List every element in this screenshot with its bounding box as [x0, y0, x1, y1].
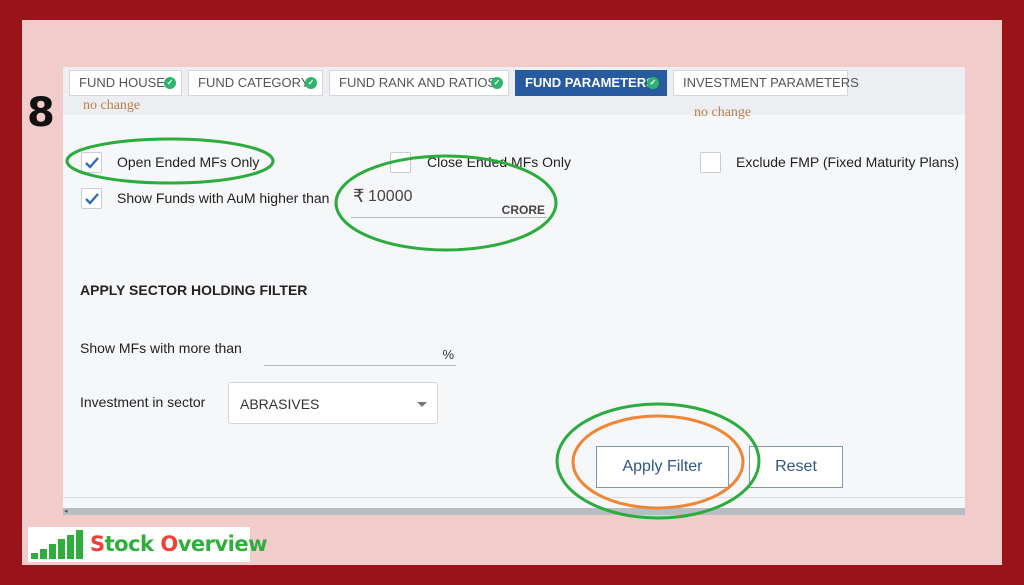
brand-name: Stock Overview: [90, 532, 268, 556]
stock-overview-logo: Stock Overview: [28, 527, 268, 562]
scroll-left-icon: ◂: [64, 508, 68, 515]
tab-fund-house[interactable]: FUND HOUSE ✓: [69, 70, 182, 96]
close-ended-checkbox[interactable]: [390, 152, 411, 173]
checkmark-icon: [85, 157, 99, 169]
investment-parameters-note: no change: [694, 105, 752, 120]
aum-amount-input[interactable]: ₹ 10000 CRORE: [351, 184, 547, 218]
open-ended-checkbox[interactable]: [81, 152, 102, 173]
close-ended-label: Close Ended MFs Only: [427, 154, 571, 170]
investment-in-sector-label: Investment in sector: [80, 394, 206, 410]
open-ended-label: Open Ended MFs Only: [117, 154, 260, 170]
aum-checkbox[interactable]: [81, 188, 102, 209]
reset-button[interactable]: Reset: [749, 446, 843, 488]
chevron-down-icon: [417, 402, 427, 407]
percent-sign: %: [442, 347, 454, 362]
more-than-label: Show MFs with more than: [80, 340, 242, 356]
exclude-fmp-checkbox[interactable]: [700, 152, 721, 173]
rupee-icon: ₹: [353, 186, 365, 206]
check-circle-icon: ✓: [491, 77, 503, 89]
sector-select-value: ABRASIVES: [240, 396, 320, 412]
check-circle-icon: ✓: [647, 77, 659, 89]
aum-value: 10000: [368, 188, 413, 205]
filter-panel: FUND HOUSE ✓ FUND CATEGORY ✓ FUND RANK A…: [63, 67, 965, 515]
percent-input[interactable]: %: [264, 342, 456, 366]
aum-unit: CRORE: [501, 203, 545, 217]
step-number: 8: [27, 90, 55, 136]
check-circle-icon: ✓: [305, 77, 317, 89]
horizontal-scrollbar[interactable]: ◂: [63, 508, 965, 515]
exclude-fmp-label: Exclude FMP (Fixed Maturity Plans): [736, 154, 960, 170]
aum-label: Show Funds with AuM higher than: [117, 190, 330, 206]
tab-investment-parameters[interactable]: INVESTMENT PARAMETERS: [673, 70, 859, 96]
fund-house-note: no change: [83, 98, 141, 113]
sector-filter-heading: APPLY SECTOR HOLDING FILTER: [80, 282, 308, 298]
divider: [63, 497, 965, 498]
bar-chart-icon: [31, 530, 83, 559]
tab-fund-category[interactable]: FUND CATEGORY ✓: [188, 70, 323, 96]
tab-fund-parameters[interactable]: FUND PARAMETERS ✓: [515, 70, 667, 96]
sector-select[interactable]: ABRASIVES: [228, 382, 438, 424]
apply-filter-button[interactable]: Apply Filter: [596, 446, 729, 488]
checkmark-icon: [85, 193, 99, 205]
tab-fund-rank-and-ratios[interactable]: FUND RANK AND RATIOS ✓: [329, 70, 509, 96]
check-circle-icon: ✓: [164, 77, 176, 89]
tab-strip: FUND HOUSE ✓ FUND CATEGORY ✓ FUND RANK A…: [63, 67, 965, 115]
